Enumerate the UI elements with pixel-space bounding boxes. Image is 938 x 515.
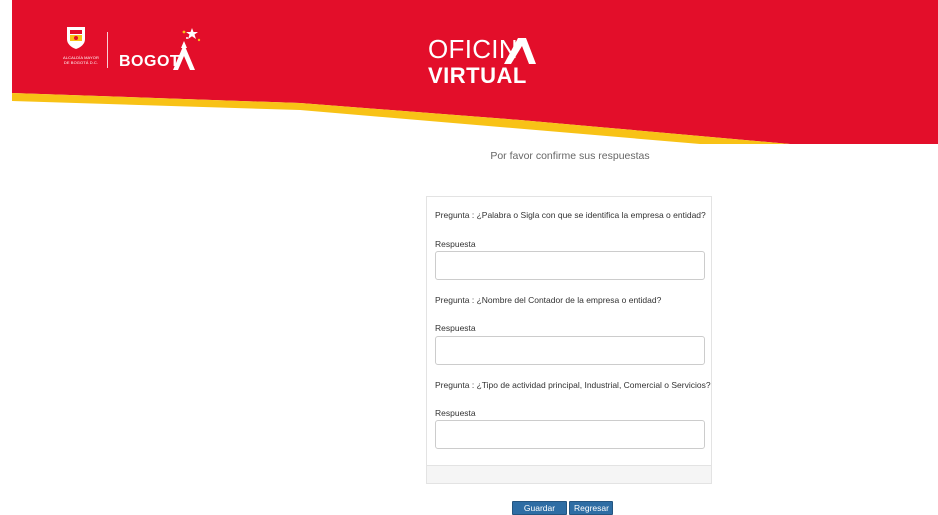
virtual-title: VIRTUAL <box>428 63 527 88</box>
alcaldia-line-2: DE BOGOTÁ D.C. <box>63 60 99 65</box>
page: ALCALDÍA MAYOR DE BOGOTÁ D.C. BOGOT OFIC… <box>0 0 938 515</box>
answer-3-label: Respuesta <box>435 408 476 418</box>
questions-form: Pregunta : ¿Palabra o Sigla con que se i… <box>426 196 712 484</box>
alcaldia-text: ALCALDÍA MAYOR DE BOGOTÁ D.C. <box>59 55 103 65</box>
form-footer <box>427 465 711 483</box>
question-1-label: Pregunta : ¿Palabra o Sigla con que se i… <box>435 210 706 220</box>
answer-2-input[interactable] <box>435 336 705 365</box>
answer-1-label: Respuesta <box>435 239 476 249</box>
question-2-label: Pregunta : ¿Nombre del Contador de la em… <box>435 295 662 305</box>
bogota-a-star-icon <box>173 28 201 70</box>
back-button[interactable]: Regresar <box>569 501 613 515</box>
question-3-label: Pregunta : ¿Tipo de actividad principal,… <box>435 380 711 390</box>
oficina-a-chevron-icon <box>504 38 536 64</box>
bogota-shield-icon <box>67 27 85 49</box>
logo-divider <box>107 32 108 68</box>
answer-1-input[interactable] <box>435 251 705 280</box>
answer-3-input[interactable] <box>435 420 705 449</box>
confirm-message: Por favor confirme sus respuestas <box>490 150 650 162</box>
save-button[interactable]: Guardar <box>512 501 567 515</box>
header-banner: ALCALDÍA MAYOR DE BOGOTÁ D.C. BOGOT OFIC… <box>0 0 938 150</box>
answer-2-label: Respuesta <box>435 323 476 333</box>
bogota-logo[interactable]: ALCALDÍA MAYOR DE BOGOTÁ D.C. BOGOT <box>59 26 219 76</box>
